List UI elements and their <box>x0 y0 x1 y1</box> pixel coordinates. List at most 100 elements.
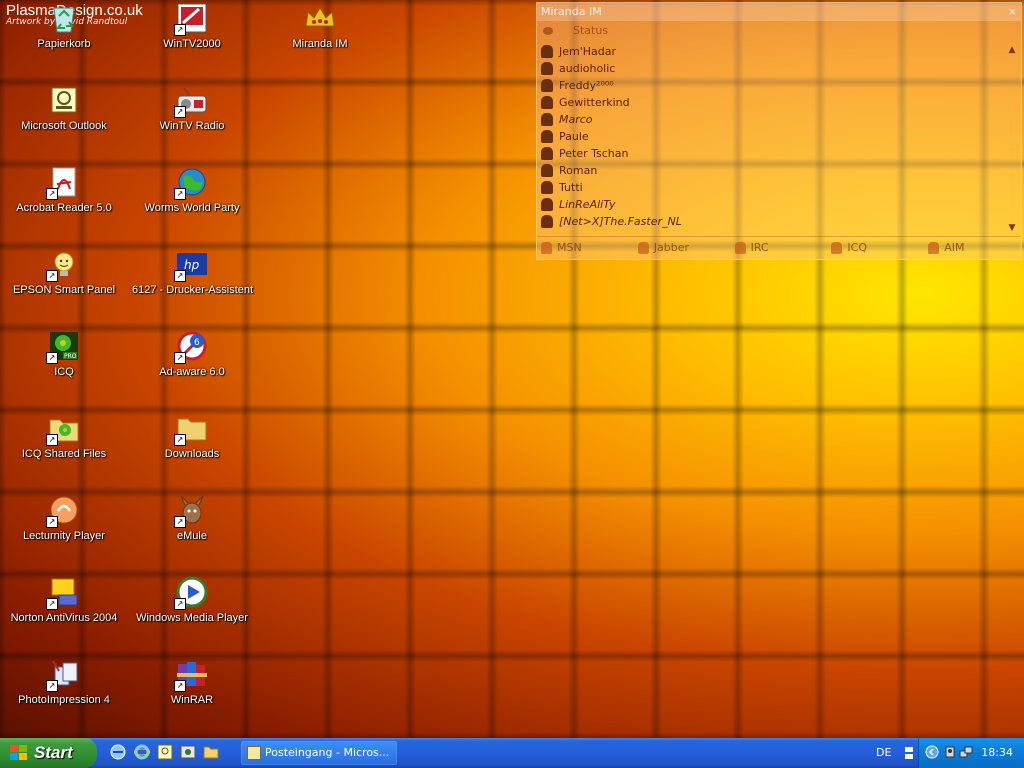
quicklaunch-outlook-icon[interactable] <box>157 744 173 760</box>
icon-label: eMule <box>177 530 207 542</box>
quicklaunch-internet-explorer-icon[interactable] <box>134 744 150 760</box>
start-label: Start <box>34 743 73 762</box>
shortcut-arrow-icon: ↗ <box>174 434 186 446</box>
quicklaunch-folder-icon[interactable] <box>203 744 219 760</box>
radio-icon: ↗ <box>174 84 208 118</box>
folder-icon: ↗ <box>174 412 208 446</box>
contact-status-icon <box>541 164 553 177</box>
network-activity-icon[interactable] <box>904 746 914 760</box>
aim-status-icon <box>928 242 940 254</box>
desktop-icon-ad-aware[interactable]: 6 ↗ Ad-aware 6.0 <box>132 330 252 378</box>
desktop-icon-worms[interactable]: ↗ Worms World Party <box>132 166 252 214</box>
taskbar-button-outlook[interactable]: Posteingang - Micros... <box>241 741 397 765</box>
desktop-icon-papierkorb[interactable]: Papierkorb <box>4 2 124 50</box>
contact-name: audioholic <box>559 62 616 75</box>
worms-globe-icon: ↗ <box>174 166 208 200</box>
scroll-up-icon[interactable]: ▲ <box>1005 43 1019 57</box>
windows-media-player-icon: ↗ <box>174 576 208 610</box>
desktop-icon-norton[interactable]: ↗ Norton AntiVirus 2004 <box>4 576 124 624</box>
icq-status-icon <box>831 242 843 254</box>
protocol-jabber[interactable]: Jabber <box>634 237 731 259</box>
outlook-icon <box>48 84 80 116</box>
protocol-msn[interactable]: MSN <box>537 237 634 259</box>
scroll-down-icon[interactable]: ▼ <box>1005 221 1019 235</box>
desktop-icon-wmp[interactable]: ↗ Windows Media Player <box>132 576 252 624</box>
contact-item[interactable]: Peter Tschan <box>537 145 1003 162</box>
protocol-aim[interactable]: AIM <box>924 237 1021 259</box>
desktop-icon-outlook[interactable]: Microsoft Outlook <box>4 84 124 132</box>
contact-name: Gewitterkind <box>559 96 630 109</box>
ad-aware-icon: 6 ↗ <box>174 330 208 364</box>
tray-expand-icon[interactable] <box>925 745 939 759</box>
emule-mule-icon: ↗ <box>174 494 208 528</box>
desktop: PlasmaDesign.co.uk Artwork by David Rand… <box>0 0 1024 738</box>
clock[interactable]: 18:34 <box>981 738 1013 768</box>
contact-item[interactable]: LinReAliTy <box>537 196 1003 213</box>
desktop-icon-wintv2000[interactable]: ↗ WinTV2000 <box>132 2 252 50</box>
shortcut-arrow-icon: ↗ <box>174 24 186 36</box>
quicklaunch-browser-icon[interactable] <box>110 744 126 760</box>
outlook-icon <box>247 746 261 760</box>
contact-item[interactable]: Roman <box>537 162 1003 179</box>
close-icon[interactable]: × <box>1008 3 1017 21</box>
tray-device-icon[interactable] <box>943 745 957 759</box>
contact-list-scrollbar[interactable]: ▲ ▼ <box>1005 43 1019 235</box>
shortcut-arrow-icon: ↗ <box>174 352 186 364</box>
shortcut-arrow-icon: ↗ <box>46 270 58 282</box>
hp-printer-icon: hp ↗ <box>174 248 208 282</box>
desktop-icon-winrar[interactable]: ↗ WinRAR <box>132 658 252 706</box>
contact-item[interactable]: Jem'Hadar <box>537 43 1003 60</box>
status-label: Status <box>573 24 609 37</box>
desktop-icon-icq-shared-files[interactable]: ↗ ICQ Shared Files <box>4 412 124 460</box>
icon-label: PhotoImpression 4 <box>18 694 110 706</box>
desktop-icon-lecturnity[interactable]: ↗ Lecturnity Player <box>4 494 124 542</box>
desktop-icon-photoimpression[interactable]: ↗ PhotoImpression 4 <box>4 658 124 706</box>
contact-status-icon <box>541 130 553 143</box>
status-menu[interactable]: Status <box>537 21 1021 41</box>
svg-text:6: 6 <box>194 338 200 348</box>
epson-lightbulb-icon: ↗ <box>46 248 80 282</box>
contact-item[interactable]: Marco <box>537 111 1003 128</box>
icon-label: Microsoft Outlook <box>21 120 107 132</box>
desktop-icon-acrobat[interactable]: ↗ Acrobat Reader 5.0 <box>4 166 124 214</box>
contact-item[interactable]: Paule <box>537 128 1003 145</box>
protocol-irc[interactable]: IRC <box>731 237 828 259</box>
quicklaunch-media-icon[interactable] <box>180 744 196 760</box>
icon-label: Worms World Party <box>144 202 240 214</box>
contact-name: Paule <box>559 130 589 143</box>
language-indicator[interactable]: DE <box>876 738 891 768</box>
shortcut-arrow-icon: ↗ <box>46 352 58 364</box>
irc-status-icon <box>734 242 746 254</box>
contact-item[interactable]: Tutti <box>537 179 1003 196</box>
icon-label: Ad-aware 6.0 <box>159 366 225 378</box>
shortcut-arrow-icon: ↗ <box>174 270 186 282</box>
start-button[interactable]: Start <box>0 738 97 768</box>
contact-item[interactable]: [Net>X]The.Faster_NL <box>537 213 1003 230</box>
shortcut-arrow-icon: ↗ <box>46 680 58 692</box>
contact-status-icon <box>541 45 553 58</box>
desktop-icon-downloads[interactable]: ↗ Downloads <box>132 412 252 460</box>
contact-item[interactable]: Freddy²⁰⁰⁰ <box>537 77 1003 94</box>
contact-name: Tutti <box>559 181 583 194</box>
contact-name: Marco <box>559 113 593 126</box>
protocol-label: ICQ <box>847 241 867 254</box>
miranda-titlebar[interactable]: Miranda IM × <box>537 3 1021 21</box>
desktop-icon-wintv-radio[interactable]: ↗ WinTV Radio <box>132 84 252 132</box>
desktop-icon-hp-drucker[interactable]: hp ↗ 6127 - Drucker-Assistent <box>132 248 253 296</box>
acrobat-reader-icon: ↗ <box>46 166 80 200</box>
contact-item[interactable]: audioholic <box>537 60 1003 77</box>
system-tray: 18:34 <box>918 738 1024 768</box>
protocol-icq[interactable]: ICQ <box>827 237 924 259</box>
shortcut-arrow-icon: ↗ <box>174 106 186 118</box>
desktop-icon-miranda[interactable]: Miranda IM <box>260 2 380 50</box>
icon-label: EPSON Smart Panel <box>12 284 116 296</box>
contact-name: Jem'Hadar <box>559 45 617 58</box>
tray-network-icon[interactable] <box>959 745 973 759</box>
desktop-icon-emule[interactable]: ↗ eMule <box>132 494 252 542</box>
desktop-icon-epson[interactable]: ↗ EPSON Smart Panel <box>4 248 124 296</box>
icon-label: Downloads <box>164 448 220 460</box>
miranda-window: Miranda IM × Status Jem'Hadar audioholic… <box>536 2 1022 260</box>
desktop-icon-icq[interactable]: PRO ↗ ICQ <box>4 330 124 378</box>
contact-item[interactable]: Gewitterkind <box>537 94 1003 111</box>
shortcut-arrow-icon: ↗ <box>174 188 186 200</box>
